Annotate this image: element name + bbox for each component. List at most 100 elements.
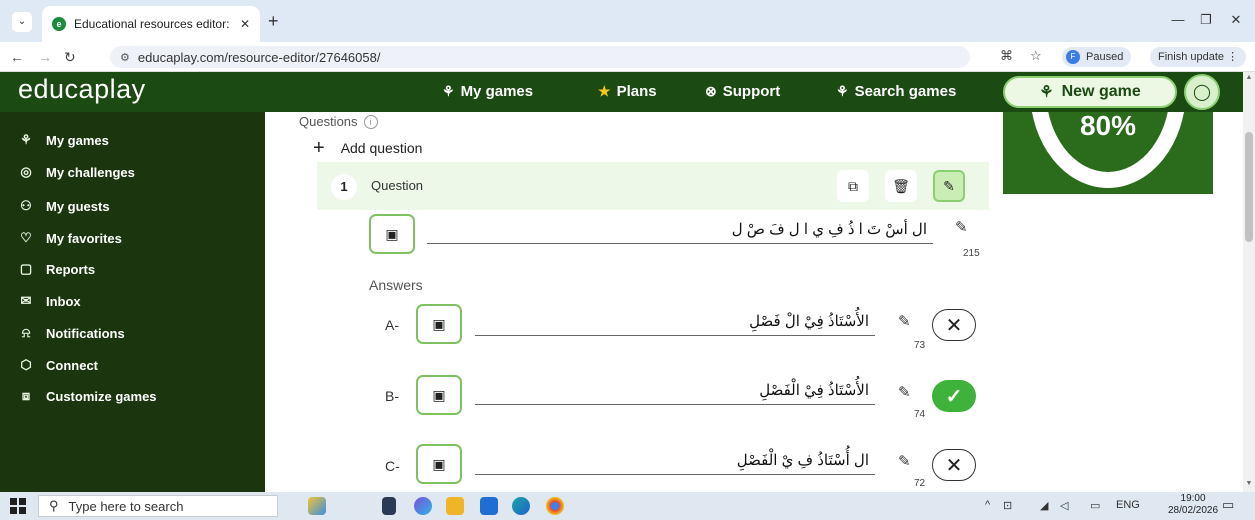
tray-network-icon[interactable]: ⊡ — [1003, 499, 1012, 512]
edge-icon[interactable] — [512, 497, 530, 515]
mark-incorrect-icon[interactable]: ✕ — [932, 309, 976, 341]
progress-card: 80% — [1003, 112, 1213, 194]
file-explorer-icon[interactable] — [446, 497, 464, 515]
sidebar-item-inbox[interactable]: ✉ Inbox — [18, 289, 81, 313]
page-scrollbar[interactable]: ▲ ▼ — [1243, 72, 1255, 492]
user-avatar-icon[interactable]: ◯ — [1184, 74, 1220, 110]
sidebar-item-connect[interactable]: ⬡ Connect — [18, 353, 98, 377]
notifications-icon[interactable]: ▭ — [1222, 497, 1234, 513]
char-counter: 73 — [914, 340, 926, 351]
bookmark-star-icon[interactable]: ☆ — [1030, 48, 1042, 64]
question-row[interactable]: 1 Question ⧉ 🗑 ✎ — [317, 162, 989, 210]
sidebar-item-my-favorites[interactable]: ♡ My favorites — [18, 226, 122, 250]
sidebar-item-my-challenges[interactable]: ◎ My challenges — [18, 160, 135, 184]
browser-tab[interactable]: e Educational resources editor: Pc ✕ — [42, 6, 260, 42]
heart-icon: ♡ — [20, 230, 32, 245]
layers-icon: ⧈ — [21, 388, 31, 403]
close-window-icon[interactable]: ✕ — [1226, 12, 1246, 28]
restore-icon[interactable]: ❐ — [1196, 12, 1216, 28]
plus-icon: + — [313, 137, 325, 159]
tab-close-icon[interactable]: ✕ — [240, 17, 250, 31]
sidebar-item-customize-games[interactable]: ⧈ Customize games — [18, 384, 157, 408]
puzzle-plus-icon: ⚘ — [1039, 84, 1054, 101]
site-settings-icon[interactable]: ⚙ — [120, 51, 130, 64]
tray-chevron-icon[interactable]: ^ — [985, 499, 990, 511]
new-game-label: New game — [1061, 83, 1141, 100]
media-upload-icon[interactable]: ▣ — [416, 304, 462, 344]
nav-label: Search games — [854, 83, 957, 100]
forward-icon[interactable]: → — [38, 49, 52, 65]
taskbar-search-input[interactable]: ⚲ Type here to search — [38, 495, 278, 517]
taskbar-search-placeholder: Type here to search — [68, 498, 184, 514]
sidebar-item-my-games[interactable]: ⚘ My games — [18, 128, 109, 152]
sidebar-item-notifications[interactable]: ⍾ Notifications — [18, 321, 125, 345]
copilot-icon[interactable] — [414, 497, 432, 515]
new-game-button[interactable]: ⚘ New game — [1003, 76, 1177, 108]
minimize-icon[interactable]: — — [1168, 12, 1188, 27]
tray-keyboard-icon[interactable]: ▭ — [1090, 499, 1100, 512]
info-icon[interactable]: i — [363, 114, 378, 129]
add-question-button[interactable]: + Add question — [313, 138, 422, 158]
sidebar-item-label: My guests — [46, 198, 110, 214]
sidebar-item-reports[interactable]: ▢ Reports — [18, 257, 95, 281]
nav-plans[interactable]: ★ Plans — [598, 83, 657, 100]
task-view-icon[interactable] — [382, 497, 396, 515]
back-icon[interactable]: ← — [10, 49, 24, 65]
edit-pencil-icon[interactable]: ✎ — [933, 170, 965, 202]
profile-avatar: F — [1066, 50, 1080, 64]
answer-text-field[interactable]: ال أُسْتَاذُ فِ يْ الْفَصْلِ — [475, 447, 875, 475]
answer-text-field[interactable]: الأُسْتَاذُ فِيْ الْفَصْلِ — [475, 377, 875, 405]
sidebar-item-label: Notifications — [46, 325, 125, 341]
translate-icon[interactable]: ⌘ — [1000, 48, 1013, 64]
language-indicator[interactable]: ENG — [1116, 499, 1140, 511]
lifebuoy-icon: ⊗ — [705, 83, 717, 99]
nav-label: Plans — [616, 83, 657, 100]
scroll-up-icon[interactable]: ▲ — [1243, 74, 1255, 81]
answers-heading: Answers — [369, 277, 423, 293]
chrome-icon[interactable] — [546, 497, 564, 515]
media-upload-icon[interactable]: ▣ — [416, 375, 462, 415]
nav-support[interactable]: ⊗ Support — [705, 83, 780, 100]
guests-icon: ⚇ — [20, 198, 32, 213]
profile-button[interactable]: F Paused — [1062, 47, 1132, 67]
tray-volume-icon[interactable]: ◁ — [1060, 499, 1068, 512]
profile-status: Paused — [1086, 51, 1124, 63]
media-upload-icon[interactable]: ▣ — [369, 214, 415, 254]
sidebar-item-my-guests[interactable]: ⚇ My guests — [18, 194, 110, 218]
scroll-down-icon[interactable]: ▼ — [1243, 480, 1255, 487]
browser-tab-strip: ⌄ e Educational resources editor: Pc ✕ +… — [0, 0, 1255, 42]
sidebar-item-label: Inbox — [46, 293, 81, 309]
scrollbar-thumb[interactable] — [1245, 132, 1253, 242]
puzzle-icon: ⚘ — [442, 83, 455, 99]
reload-icon[interactable]: ↻ — [64, 49, 76, 66]
nav-my-games[interactable]: ⚘ My games — [442, 83, 533, 100]
new-tab-icon[interactable]: + — [268, 12, 279, 30]
question-text-field[interactable]: ال أسْ تَ ا ذُ فِ ي ا ل فَ صْ ل — [427, 216, 933, 244]
pencil-icon[interactable]: ✎ — [955, 218, 968, 236]
pencil-icon[interactable]: ✎ — [898, 312, 911, 330]
mark-correct-icon[interactable]: ✓ — [932, 380, 976, 412]
duplicate-icon[interactable]: ⧉ — [837, 170, 869, 202]
media-upload-icon[interactable]: ▣ — [416, 444, 462, 484]
url-text: educaplay.com/resource-editor/27646058/ — [137, 49, 381, 65]
mark-incorrect-icon[interactable]: ✕ — [932, 449, 976, 481]
widgets-icon[interactable] — [308, 497, 326, 515]
educaplay-logo[interactable]: educaplay — [18, 74, 146, 105]
windows-start-icon[interactable] — [10, 498, 26, 514]
store-icon[interactable] — [480, 497, 498, 515]
finish-update-button[interactable]: Finish update ⋮ — [1150, 47, 1247, 67]
delete-icon[interactable]: 🗑 — [885, 170, 917, 202]
search-icon: ⚲ — [49, 498, 59, 513]
char-counter: 74 — [914, 409, 926, 420]
tray-wifi-icon[interactable]: ◢ — [1040, 499, 1048, 512]
taskbar-clock[interactable]: 19:00 28/02/2026 — [1168, 493, 1218, 517]
pencil-icon[interactable]: ✎ — [898, 383, 911, 401]
url-field[interactable]: ⚙ educaplay.com/resource-editor/27646058… — [110, 46, 970, 68]
pencil-icon[interactable]: ✎ — [898, 452, 911, 470]
sidebar-item-label: Reports — [46, 261, 96, 277]
nav-search-games[interactable]: ⚘ Search games — [836, 83, 956, 100]
sidebar-item-label: Customize games — [46, 388, 157, 404]
tab-search-chevron-icon[interactable]: ⌄ — [12, 12, 32, 32]
answer-text-field[interactable]: الأُسْتَاذُ فِيْ الْ فَصْلِ — [475, 308, 875, 336]
sidebar-item-label: My favorites — [46, 230, 122, 246]
